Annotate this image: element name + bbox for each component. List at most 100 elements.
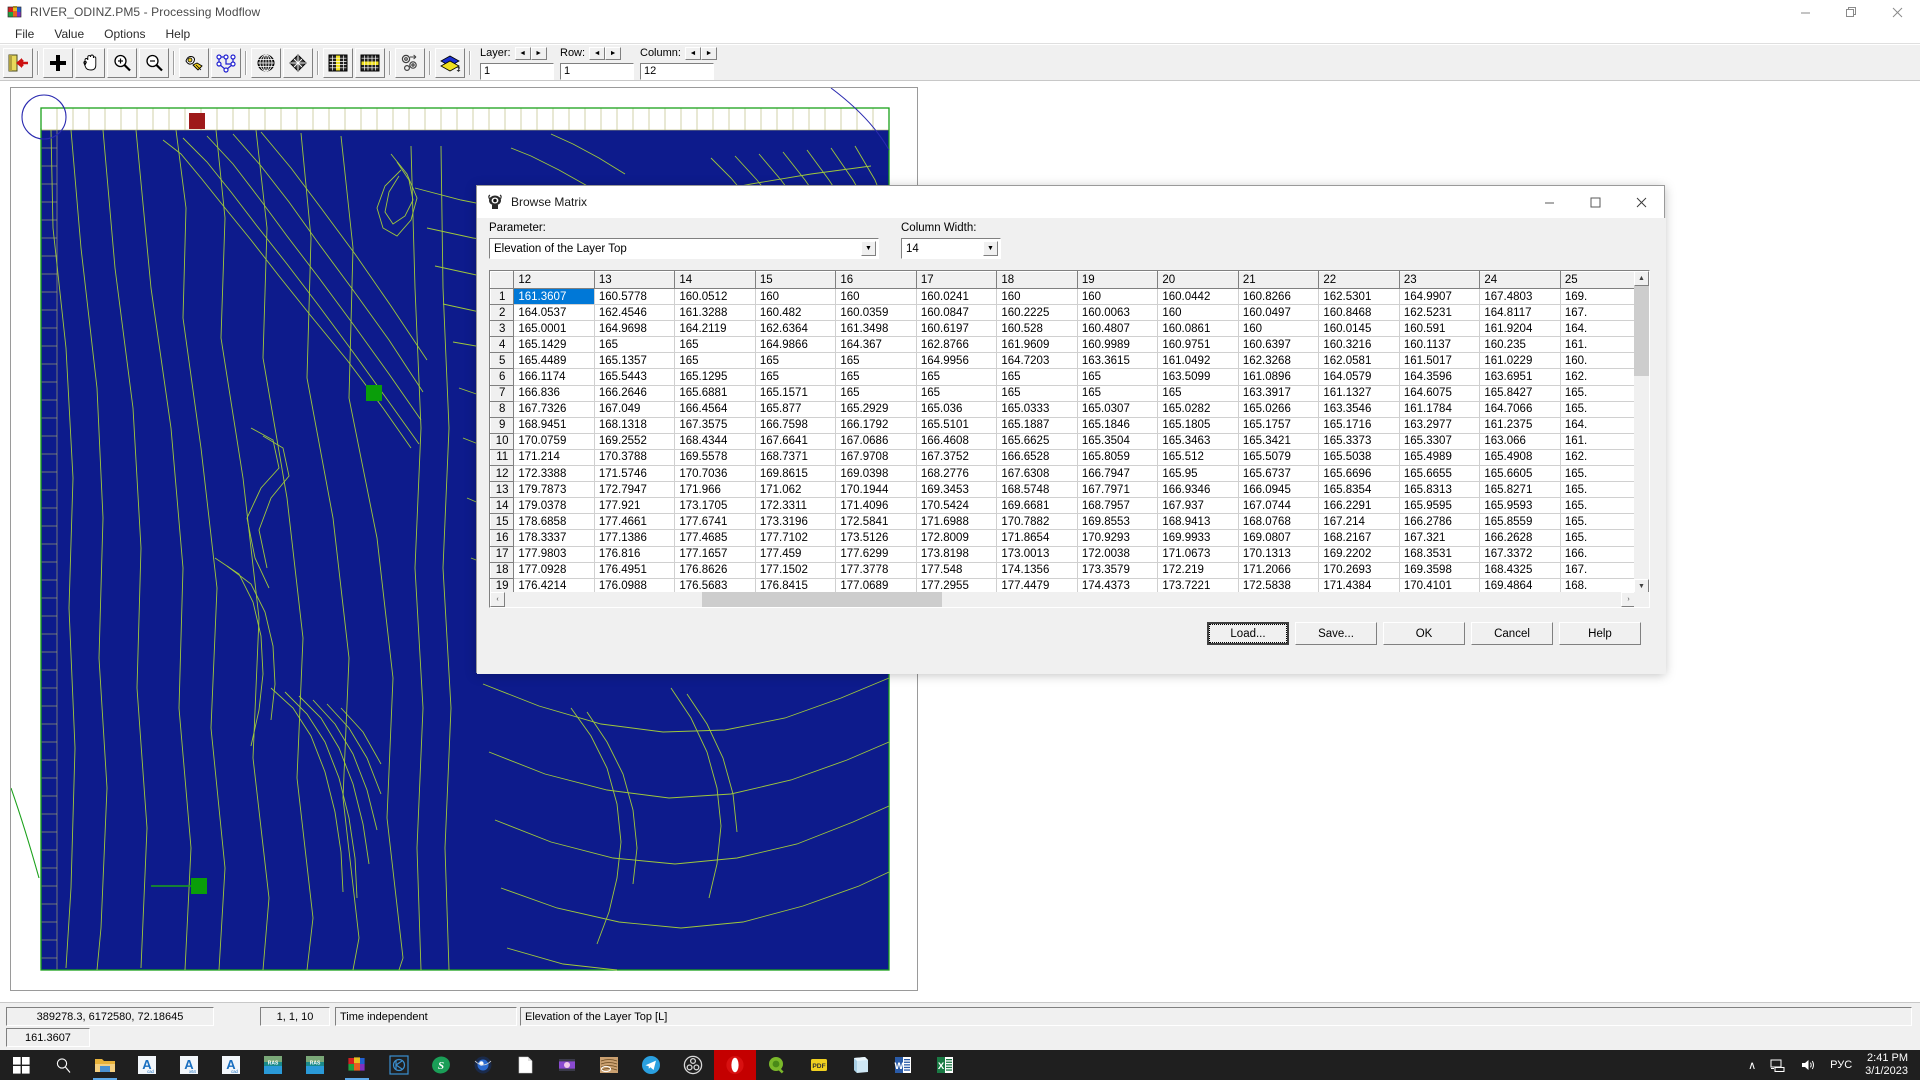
matrix-cell[interactable]: 164.7203: [996, 352, 1078, 370]
matrix-row-header[interactable]: 16: [490, 529, 515, 547]
matrix-cell[interactable]: 165.0333: [996, 400, 1078, 418]
start-button[interactable]: [0, 1050, 42, 1080]
matrix-cell[interactable]: 169.2202: [1318, 545, 1400, 563]
matrix-cell[interactable]: 177.1657: [674, 545, 756, 563]
matrix-cell[interactable]: 172.8009: [915, 529, 998, 547]
close-button[interactable]: [1874, 0, 1920, 24]
matrix-column-header[interactable]: 23: [1398, 271, 1481, 289]
matrix-cell[interactable]: 176.816: [593, 545, 676, 563]
matrix-cell[interactable]: 165.9595: [1398, 497, 1481, 515]
matrix-column-header[interactable]: 14: [674, 271, 756, 289]
matrix-row-header[interactable]: 8: [490, 400, 515, 418]
matrix-cell[interactable]: 161.3498: [835, 320, 917, 338]
matrix-cell[interactable]: 160.0512: [674, 287, 756, 306]
matrix-cell[interactable]: 162.0581: [1318, 352, 1400, 370]
matrix-cell[interactable]: 165.95: [1157, 465, 1239, 483]
matrix-vertical-scrollbar[interactable]: ▲ ▼: [1634, 271, 1649, 594]
matrix-cell[interactable]: 165: [835, 368, 917, 386]
matrix-cell[interactable]: 165.1357: [593, 352, 676, 370]
matrix-cell[interactable]: 171.6988: [915, 513, 998, 531]
matrix-cell[interactable]: 166.836: [513, 384, 595, 402]
matrix-cell[interactable]: 165.1757: [1237, 416, 1320, 434]
matrix-cell[interactable]: 177.4685: [674, 529, 756, 547]
matrix-cell[interactable]: 161.5017: [1398, 352, 1481, 370]
matrix-cell[interactable]: 177.548: [915, 561, 998, 579]
matrix-cell[interactable]: 168.0768: [1237, 513, 1320, 531]
matrix-cell[interactable]: 163.066: [1479, 432, 1561, 450]
matrix-cell[interactable]: 168.4325: [1479, 561, 1561, 579]
matrix-cell[interactable]: 160.0861: [1157, 320, 1239, 338]
column-width-combobox[interactable]: 14 ▼: [901, 238, 1001, 259]
matrix-cell[interactable]: 167.0744: [1237, 497, 1320, 515]
matrix-cell[interactable]: 169.9933: [1157, 529, 1239, 547]
node-link-icon[interactable]: [211, 47, 241, 78]
matrix-cell[interactable]: 165.8271: [1479, 481, 1561, 499]
dialog-minimize-button[interactable]: [1526, 186, 1572, 218]
matrix-cell[interactable]: 177.6741: [674, 513, 756, 531]
layer-input[interactable]: [480, 62, 554, 80]
matrix-cell[interactable]: 167.4803: [1479, 287, 1561, 306]
matrix-cell[interactable]: 160.9989: [1076, 336, 1159, 354]
matrix-cell[interactable]: 162.5231: [1398, 304, 1481, 322]
matrix-cell[interactable]: 168.4344: [674, 432, 756, 450]
matrix-cell[interactable]: 169.3453: [915, 481, 998, 499]
matrix-cell[interactable]: 160.0145: [1318, 320, 1400, 338]
taskbar-excel[interactable]: X: [924, 1050, 966, 1080]
matrix-cell[interactable]: 167.: [1559, 304, 1636, 322]
matrix-cell[interactable]: 165.1429: [513, 336, 595, 354]
matrix-cell[interactable]: 160: [835, 287, 917, 306]
matrix-row-header[interactable]: 4: [490, 336, 515, 354]
matrix-cell[interactable]: 161.1327: [1318, 384, 1400, 402]
matrix-cell[interactable]: 177.0928: [513, 561, 595, 579]
column-matrix-icon[interactable]: [323, 47, 353, 78]
matrix-cell[interactable]: 162.: [1559, 368, 1636, 386]
matrix-cell[interactable]: 179.0378: [513, 497, 595, 515]
matrix-cell[interactable]: 169.8553: [1076, 513, 1159, 531]
matrix-cell[interactable]: 173.5126: [835, 529, 917, 547]
matrix-cell[interactable]: 166.2786: [1398, 513, 1481, 531]
matrix-cell[interactable]: 165.: [1559, 465, 1636, 483]
menu-file[interactable]: File: [6, 25, 43, 43]
layers-icon[interactable]: [435, 47, 465, 78]
matrix-cell[interactable]: 160: [996, 287, 1078, 306]
chevron-down-icon[interactable]: ▼: [983, 241, 998, 256]
globe-grid-icon[interactable]: [251, 47, 281, 78]
matrix-cell[interactable]: 165.8559: [1479, 513, 1561, 531]
taskbar-surfer[interactable]: [588, 1050, 630, 1080]
matrix-cell[interactable]: 166.9346: [1157, 481, 1239, 499]
matrix-cell[interactable]: 170.2693: [1318, 561, 1400, 579]
taskbar-autocad-2[interactable]: A x64: [168, 1050, 210, 1080]
matrix-cell[interactable]: 166.4608: [915, 432, 998, 450]
matrix-cell[interactable]: 161.9609: [996, 336, 1078, 354]
matrix-cell[interactable]: 160.0359: [835, 304, 917, 322]
matrix-cell[interactable]: 166.2646: [593, 384, 676, 402]
matrix-cell[interactable]: 165: [593, 336, 676, 354]
row-decrement-button[interactable]: ◄: [589, 46, 606, 60]
matrix-cell[interactable]: 161.: [1559, 336, 1636, 354]
matrix-cell[interactable]: 170.7036: [674, 465, 756, 483]
taskbar-modflow[interactable]: [336, 1050, 378, 1080]
matrix-cell[interactable]: 168.2167: [1318, 529, 1400, 547]
matrix-cell[interactable]: 173.3579: [1076, 561, 1159, 579]
matrix-cell[interactable]: 160.: [1559, 352, 1636, 370]
matrix-cell[interactable]: 173.0013: [996, 545, 1078, 563]
matrix-cell[interactable]: 162.6364: [754, 320, 837, 338]
matrix-cell[interactable]: 165.2929: [835, 400, 917, 418]
matrix-cell[interactable]: 164.367: [835, 336, 917, 354]
matrix-cell[interactable]: 177.3778: [835, 561, 917, 579]
exit-icon[interactable]: [3, 47, 33, 78]
matrix-column-header[interactable]: 25: [1559, 271, 1636, 289]
matrix-cell[interactable]: 165.5101: [915, 416, 998, 434]
matrix-cell[interactable]: 172.0038: [1076, 545, 1159, 563]
minimize-button[interactable]: [1782, 0, 1828, 24]
pan-hand-icon[interactable]: [75, 47, 105, 78]
matrix-row-header[interactable]: 1: [490, 287, 515, 306]
matrix-cell[interactable]: 177.921: [593, 497, 676, 515]
matrix-row-header[interactable]: 13: [490, 481, 515, 499]
matrix-cell[interactable]: 173.3196: [754, 513, 837, 531]
taskbar-skype[interactable]: S: [420, 1050, 462, 1080]
matrix-cell[interactable]: 176.8626: [674, 561, 756, 579]
matrix-cell[interactable]: 165.: [1559, 481, 1636, 499]
matrix-row-header[interactable]: 6: [490, 368, 515, 386]
matrix-cell[interactable]: 170.3788: [593, 448, 676, 467]
